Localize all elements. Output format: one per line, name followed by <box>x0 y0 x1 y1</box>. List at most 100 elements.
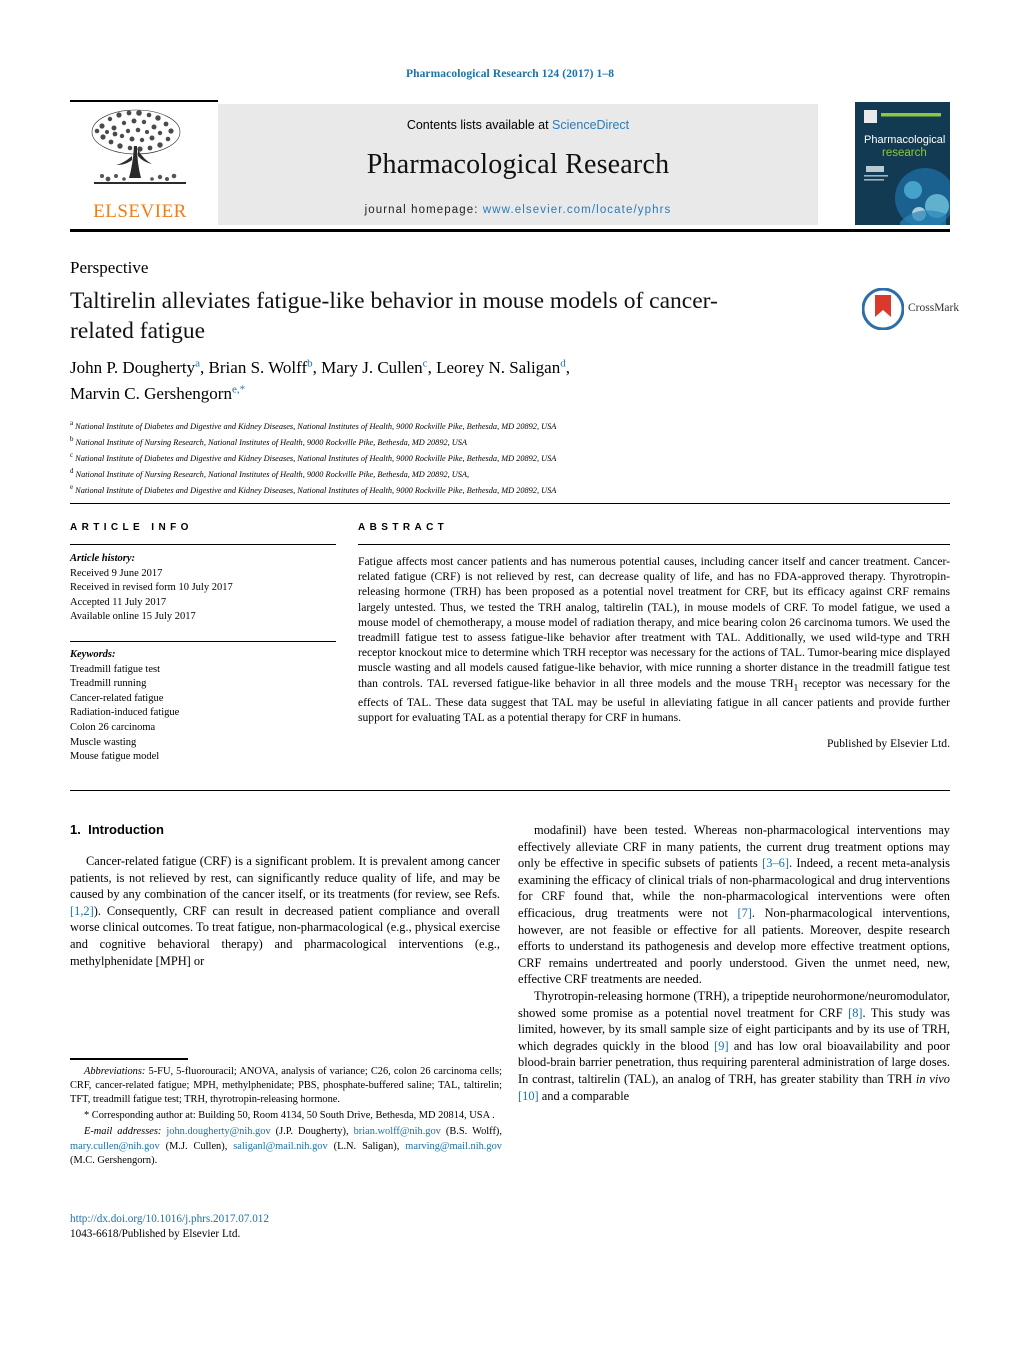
journal-cover-thumbnail: Pharmacological research <box>855 102 950 225</box>
doi-link[interactable]: http://dx.doi.org/10.1016/j.phrs.2017.07… <box>70 1212 502 1227</box>
affiliation-mark: a <box>70 420 74 427</box>
journal-masthead: ELSEVIER Contents lists available at Sci… <box>70 100 950 232</box>
footnote-rule <box>70 1058 188 1060</box>
contents-available-line: Contents lists available at ScienceDirec… <box>218 104 818 132</box>
keyword-item: Mouse fatigue model <box>70 751 160 763</box>
paper-page: Pharmacological Research 124 (2017) 1–8 <box>0 0 1020 1351</box>
email-link[interactable]: marving@mail.nih.gov <box>405 1141 502 1152</box>
history-item: Accepted 11 July 2017 <box>70 596 167 608</box>
info-block-bottom-rule <box>70 790 950 791</box>
affiliation-item: d National Institute of Nursing Research… <box>70 465 870 481</box>
keywords-label: Keywords: <box>70 648 116 660</box>
masthead-top-rule <box>70 100 218 102</box>
keyword-item: Treadmill running <box>70 678 147 690</box>
author-entry: Mary J. Cullenc, <box>321 357 437 377</box>
author-affiliation-mark[interactable]: c <box>423 357 428 369</box>
affiliation-mark: e <box>70 483 74 491</box>
affiliation-text: National Institute of Diabetes and Diges… <box>75 485 557 495</box>
email-owner: (B.S. Wolff) <box>445 1126 500 1138</box>
affiliation-text: National Institute of Diabetes and Diges… <box>75 421 557 431</box>
abbreviations-label: Abbreviations: <box>84 1065 146 1077</box>
article-history-label: Article history: <box>70 553 136 564</box>
author-entry: John P. Doughertya, <box>70 357 209 377</box>
journal-cover-art: Pharmacological research <box>855 102 950 225</box>
body-column-left: 1. Introduction Cancer-related fatigue (… <box>70 822 500 969</box>
affiliation-mark: b <box>70 435 74 443</box>
affiliation-text: National Institute of Diabetes and Diges… <box>75 453 557 463</box>
history-item: Received in revised form 10 July 2017 <box>70 582 233 594</box>
affiliation-item: b National Institute of Nursing Research… <box>70 433 870 449</box>
contents-prefix: Contents lists available at <box>406 118 553 132</box>
keywords-block: Keywords: Treadmill fatigue test Treadmi… <box>70 648 336 765</box>
email-owner: (M.C. Gershengorn) <box>70 1154 155 1166</box>
elsevier-wordmark: ELSEVIER <box>93 201 187 222</box>
corresponding-author-footnote: * Corresponding author at: Building 50, … <box>84 1110 495 1122</box>
author-affiliation-mark[interactable]: d <box>560 357 566 369</box>
email-link[interactable]: saliganl@mail.nih.gov <box>233 1141 327 1152</box>
sciencedirect-link[interactable]: ScienceDirect <box>552 118 629 132</box>
masthead-center-panel: Contents lists available at ScienceDirec… <box>218 104 818 225</box>
affiliation-list: a National Institute of Diabetes and Dig… <box>70 417 870 497</box>
abstract-text: Fatigue affects most cancer patients and… <box>358 555 950 725</box>
introduction-heading: 1. Introduction <box>70 822 500 837</box>
article-info-block: ARTICLE INFO Article history: Received 9… <box>70 522 336 765</box>
article-type: Perspective <box>70 258 149 277</box>
email-link[interactable]: john.dougherty@nih.gov <box>166 1126 270 1137</box>
abbreviations-footnote: Abbreviations: 5-FU, 5-fluorouracil; ANO… <box>70 1065 502 1108</box>
author-affiliation-mark[interactable]: a <box>195 357 200 369</box>
section-name: Introduction <box>88 822 164 837</box>
issn-line: 1043-6618/Published by Elsevier Ltd. <box>70 1228 241 1240</box>
masthead-bottom-rule <box>70 229 950 232</box>
body-column-right: modafinil) have been tested. Whereas non… <box>518 822 950 1104</box>
author-entry: Leorey N. Saligand, <box>436 357 570 377</box>
email-link[interactable]: brian.wolff@nih.gov <box>354 1126 441 1137</box>
journal-homepage-link[interactable]: www.elsevier.com/locate/yphrs <box>483 204 672 216</box>
email-footnote: E-mail addresses: john.dougherty@nih.gov… <box>70 1126 502 1166</box>
article-info-heading: ARTICLE INFO <box>70 522 193 533</box>
affiliation-text: National Institute of Nursing Research, … <box>75 469 470 479</box>
abstract-heading: ABSTRACT <box>358 522 449 533</box>
info-block-top-rule <box>70 503 950 504</box>
email-owner: (M.J. Cullen) <box>165 1140 225 1152</box>
email-addresses-label: E-mail addresses: <box>84 1126 162 1138</box>
abstract-rule <box>358 544 950 545</box>
author-name: John P. Dougherty <box>70 357 196 377</box>
journal-title: Pharmacological Research <box>366 149 670 180</box>
svg-text:research: research <box>882 147 927 159</box>
paragraph: Cancer-related fatigue (CRF) is a signif… <box>70 854 500 968</box>
article-info-rule <box>70 544 336 545</box>
homepage-prefix: journal homepage: <box>364 204 483 216</box>
affiliation-mark: d <box>70 467 74 475</box>
email-owner: (J.P. Dougherty) <box>275 1126 346 1138</box>
abstract-publisher-note: Published by Elsevier Ltd. <box>826 736 950 750</box>
author-name: Marvin C. Gershengorn <box>70 384 232 404</box>
elsevier-logo: ELSEVIER <box>70 104 210 225</box>
affiliation-text: National Institute of Nursing Research, … <box>75 437 467 447</box>
keyword-item: Treadmill fatigue test <box>70 663 161 675</box>
author-affiliation-mark[interactable]: e,* <box>232 384 245 396</box>
email-link[interactable]: mary.cullen@nih.gov <box>70 1141 160 1152</box>
paragraph: Thyrotropin-releasing hormone (TRH), a t… <box>518 988 950 1103</box>
affiliation-item: e National Institute of Diabetes and Dig… <box>70 481 870 497</box>
affiliation-item: c National Institute of Diabetes and Dig… <box>70 449 870 465</box>
author-affiliation-mark[interactable]: b <box>307 357 313 369</box>
author-name: Leorey N. Saligan <box>436 357 561 377</box>
author-list: John P. Doughertya, Brian S. Wolffb, Mar… <box>70 352 790 405</box>
crossmark-label: CrossMark <box>908 302 960 314</box>
elsevier-tree-icon <box>91 109 186 184</box>
section-number: 1. <box>70 822 81 837</box>
page-title: Taltirelin alleviates fatigue-like behav… <box>70 288 718 344</box>
svg-text:Pharmacological: Pharmacological <box>864 134 945 146</box>
history-item: Available online 15 July 2017 <box>70 611 196 623</box>
paragraph: modafinil) have been tested. Whereas non… <box>518 823 951 987</box>
history-item: Received 9 June 2017 <box>70 567 163 579</box>
keyword-item: Colon 26 carcinoma <box>70 721 156 733</box>
crossmark-badge[interactable]: CrossMark <box>861 287 960 336</box>
affiliation-mark: c <box>70 451 74 459</box>
footnote-block: Abbreviations: 5-FU, 5-fluorouracil; ANO… <box>70 1058 502 1170</box>
keywords-rule <box>70 640 336 642</box>
author-name: Mary J. Cullen <box>321 357 423 377</box>
crossmark-icon <box>861 287 905 331</box>
author-entry: Marvin C. Gershengorne,* <box>70 384 245 404</box>
affiliation-item: a National Institute of Diabetes and Dig… <box>70 417 870 433</box>
